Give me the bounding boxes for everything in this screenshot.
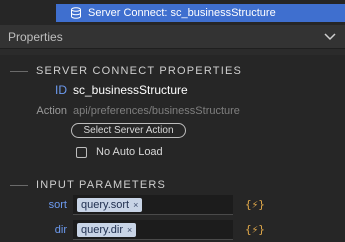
no-auto-load-label: No Auto Load	[96, 146, 163, 158]
action-field[interactable]: api/preferences/businessStructure	[73, 105, 240, 117]
id-row: ID sc_businessStructure	[0, 81, 188, 99]
param-chip-dir[interactable]: query.dir ×	[77, 223, 137, 237]
param-row-sort: sort	[0, 195, 67, 215]
remove-chip-icon[interactable]: ×	[127, 225, 132, 235]
param-name: sort	[48, 199, 67, 211]
param-row-dir: dir	[0, 220, 67, 240]
param-chip-sort[interactable]: query.sort ×	[77, 198, 143, 212]
action-row: Action api/preferences/businessStructure	[0, 103, 240, 119]
id-value[interactable]: sc_businessStructure	[73, 83, 188, 97]
select-server-action-button[interactable]: Select Server Action	[71, 123, 186, 138]
properties-header[interactable]: Properties	[0, 25, 345, 49]
action-label: Action	[36, 105, 67, 117]
tree-item-label: Server Connect: sc_businessStructure	[88, 7, 276, 19]
section-title-server-connect: SERVER CONNECT PROPERTIES	[10, 63, 242, 79]
id-label: ID	[55, 83, 67, 97]
no-auto-load-checkbox[interactable]	[76, 146, 87, 158]
chevron-down-icon[interactable]	[323, 32, 337, 42]
section-title-input-parameters: INPUT PARAMETERS	[10, 177, 166, 193]
dynamic-data-bolt-icon[interactable]: {⚡}	[245, 223, 265, 236]
param-name: dir	[54, 224, 67, 236]
properties-panel: SERVER CONNECT PROPERTIES ID sc_business…	[0, 49, 345, 242]
no-auto-load-row[interactable]: No Auto Load	[76, 145, 163, 159]
dynamic-data-bolt-icon[interactable]: {⚡}	[245, 198, 265, 211]
remove-chip-icon[interactable]: ×	[133, 200, 138, 210]
properties-title: Properties	[8, 29, 63, 44]
tree-panel: Server Connect: sc_businessStructure	[0, 0, 345, 25]
database-icon	[71, 7, 81, 19]
tree-item-server-connect[interactable]: Server Connect: sc_businessStructure	[56, 4, 345, 22]
